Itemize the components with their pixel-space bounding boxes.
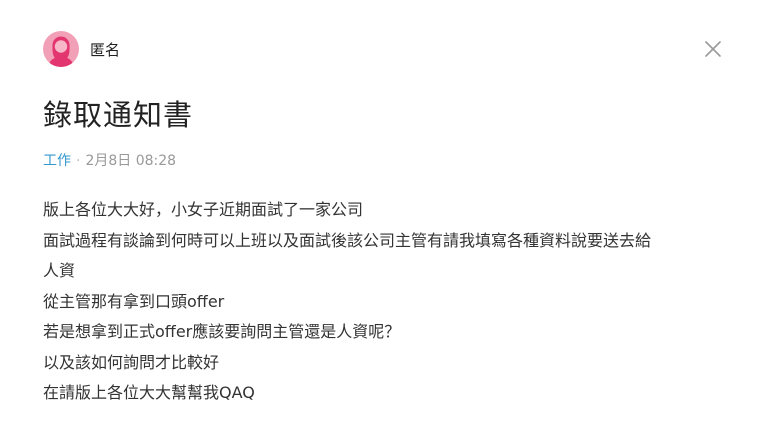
body-line: 面試過程有談論到何時可以上班以及面試後該公司主管有請我填寫各種資料說要送去給 bbox=[43, 230, 652, 250]
body-line: 若是想拿到正式offer應該要詢問主管還是人資呢？ bbox=[43, 322, 401, 341]
post-meta: 工作 · 2月8日 08:28 bbox=[43, 150, 176, 170]
body-line: 從主管那有拿到口頭offer bbox=[43, 291, 225, 311]
close-button[interactable] bbox=[703, 39, 723, 59]
body-line: 在請版上各位大大幫幫我QAQ bbox=[43, 383, 255, 402]
body-line: 版上各位大大好，小女子近期面試了一家公司 bbox=[43, 200, 364, 219]
post-time: 2月8日 08:28 bbox=[85, 153, 177, 169]
post-body: 版上各位大大好，小女子近期面試了一家公司 面試過程有談論到何時可以上班以及面試後… bbox=[43, 195, 743, 409]
post-title: 錄取通知書 bbox=[43, 98, 194, 132]
close-icon bbox=[705, 41, 721, 57]
avatar[interactable] bbox=[43, 31, 79, 67]
board-link[interactable]: 工作 bbox=[43, 153, 71, 169]
post-detail: 匿名 錄取通知書 工作 · 2月8日 08:28 版上各位大大好，小女子近期面試了一… bbox=[0, 0, 776, 426]
female-avatar-icon bbox=[48, 36, 74, 67]
body-line: 以及該如何詢問才比較好 bbox=[43, 352, 220, 372]
meta-separator: · bbox=[76, 153, 81, 169]
author-row: 匿名 bbox=[43, 31, 120, 67]
author-name: 匿名 bbox=[90, 40, 121, 59]
body-line: 人資 bbox=[43, 261, 76, 280]
